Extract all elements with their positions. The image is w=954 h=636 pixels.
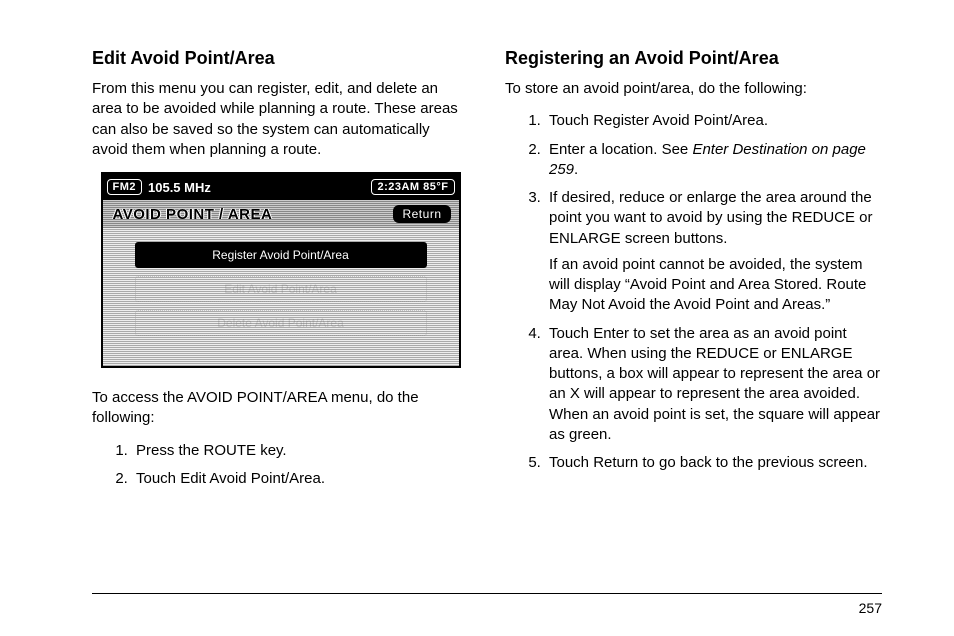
right-step-1: Touch Register Avoid Point/Area. (545, 111, 882, 131)
left-steps: Press the ROUTE key. Touch Edit Avoid Po… (92, 441, 469, 490)
device-menu-area: Register Avoid Point/Area Edit Avoid Poi… (103, 228, 459, 366)
right-step-3b: If an avoid point cannot be avoided, the… (549, 255, 882, 316)
left-intro: From this menu you can register, edit, a… (92, 79, 469, 160)
screen-title: AVOID POINT / AREA (113, 206, 273, 223)
right-step-2c: . (574, 161, 578, 178)
menu-item-edit[interactable]: Edit Avoid Point/Area (135, 276, 427, 302)
right-column: Registering an Avoid Point/Area To store… (505, 48, 882, 536)
device-titlebar: AVOID POINT / AREA Return (103, 200, 459, 228)
right-intro: To store an avoid point/area, do the fol… (505, 79, 882, 99)
right-step-3a: If desired, reduce or enlarge the area a… (549, 189, 873, 247)
right-step-2a: Enter a location. See (549, 141, 692, 158)
menu-item-delete[interactable]: Delete Avoid Point/Area (135, 310, 427, 336)
right-step-2: Enter a location. See Enter Destination … (545, 140, 882, 181)
radio-band-badge[interactable]: FM2 (107, 179, 143, 195)
right-step-3: If desired, reduce or enlarge the area a… (545, 188, 882, 316)
right-step-5: Touch Return to go back to the previous … (545, 453, 882, 473)
page-number: 257 (859, 600, 882, 616)
time-temp-badge[interactable]: 2:23AM 85°F (371, 179, 454, 195)
nav-device-screenshot: FM2 105.5 MHz 2:23AM 85°F AVOID POINT / … (101, 172, 461, 368)
left-column: Edit Avoid Point/Area From this menu you… (92, 48, 469, 536)
return-button[interactable]: Return (393, 205, 450, 223)
access-intro: To access the AVOID POINT/AREA menu, do … (92, 388, 469, 429)
footer-rule (92, 593, 882, 594)
right-heading: Registering an Avoid Point/Area (505, 48, 882, 69)
left-heading: Edit Avoid Point/Area (92, 48, 469, 69)
right-steps: Touch Register Avoid Point/Area. Enter a… (505, 111, 882, 473)
left-step-2: Touch Edit Avoid Point/Area. (132, 469, 469, 489)
device-topbar: FM2 105.5 MHz 2:23AM 85°F (103, 174, 459, 200)
menu-item-register[interactable]: Register Avoid Point/Area (135, 242, 427, 268)
right-step-4: Touch Enter to set the area as an avoid … (545, 324, 882, 446)
radio-frequency: 105.5 MHz (148, 180, 211, 195)
left-step-1: Press the ROUTE key. (132, 441, 469, 461)
